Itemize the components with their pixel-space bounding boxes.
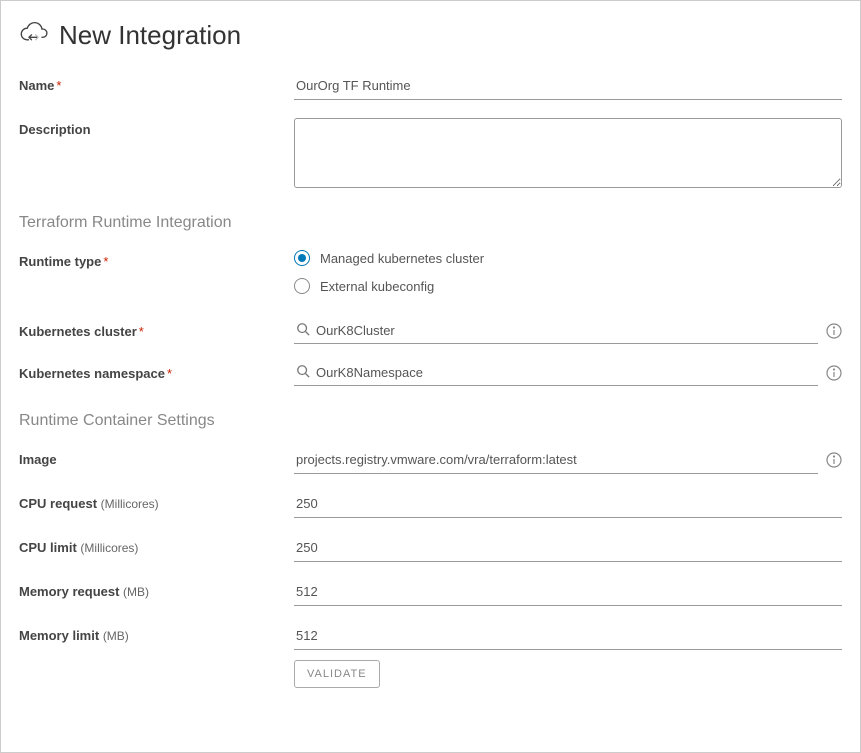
kubernetes-namespace-label: Kubernetes namespace [19, 366, 165, 381]
memory-limit-label: Memory limit [19, 628, 99, 643]
cpu-request-input[interactable] [294, 492, 842, 518]
radio-managed-label: Managed kubernetes cluster [320, 251, 484, 266]
info-icon[interactable] [826, 323, 842, 342]
kubernetes-namespace-input[interactable] [316, 365, 816, 380]
required-asterisk: * [103, 254, 108, 269]
kubernetes-cluster-field[interactable] [294, 320, 818, 344]
section-runtime-integration: Terraform Runtime Integration [19, 214, 842, 232]
info-icon[interactable] [826, 452, 842, 471]
radio-external-kubeconfig[interactable]: External kubeconfig [294, 278, 484, 294]
radio-managed-kubernetes[interactable]: Managed kubernetes cluster [294, 250, 484, 266]
description-textarea[interactable] [294, 118, 842, 188]
required-asterisk: * [139, 324, 144, 339]
info-icon[interactable] [826, 365, 842, 384]
section-container-settings: Runtime Container Settings [19, 412, 842, 430]
memory-limit-input[interactable] [294, 624, 842, 650]
memory-request-unit: (MB) [123, 585, 149, 599]
kubernetes-cluster-label: Kubernetes cluster [19, 324, 137, 339]
new-integration-form: New Integration Name* Description Terraf… [0, 0, 861, 753]
cpu-request-unit: (Millicores) [101, 497, 159, 511]
kubernetes-cluster-input[interactable] [316, 323, 816, 338]
page-header: New Integration [19, 19, 842, 52]
image-label: Image [19, 452, 57, 467]
description-label: Description [19, 122, 91, 137]
cpu-limit-input[interactable] [294, 536, 842, 562]
kubernetes-namespace-field[interactable] [294, 362, 818, 386]
name-input[interactable] [294, 74, 842, 100]
name-label: Name [19, 78, 54, 93]
memory-request-label: Memory request [19, 584, 119, 599]
cpu-limit-label: CPU limit [19, 540, 77, 555]
page-title: New Integration [59, 20, 241, 51]
cloud-integration-icon [19, 19, 49, 52]
memory-limit-unit: (MB) [103, 629, 129, 643]
radio-checked-icon [294, 250, 310, 266]
image-input[interactable] [294, 448, 818, 474]
memory-request-input[interactable] [294, 580, 842, 606]
validate-button[interactable]: VALIDATE [294, 660, 380, 688]
runtime-type-label: Runtime type [19, 254, 101, 269]
search-icon [296, 364, 310, 381]
radio-external-label: External kubeconfig [320, 279, 434, 294]
required-asterisk: * [56, 78, 61, 93]
required-asterisk: * [167, 366, 172, 381]
search-icon [296, 322, 310, 339]
runtime-type-radio-group: Managed kubernetes cluster External kube… [294, 250, 484, 294]
cpu-limit-unit: (Millicores) [80, 541, 138, 555]
radio-unchecked-icon [294, 278, 310, 294]
cpu-request-label: CPU request [19, 496, 97, 511]
